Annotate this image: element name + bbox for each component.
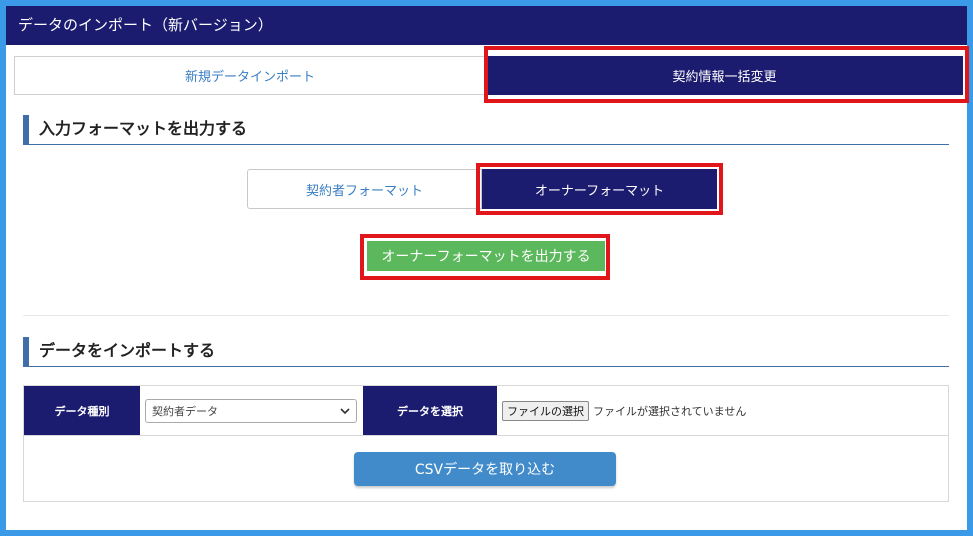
highlight-box-export: [360, 234, 610, 280]
export-section-title: 入力フォーマットを出力する: [23, 115, 949, 145]
main-panel: 新規データインポート 契約情報一括変更 入力フォーマットを出力する 契約者フォー…: [6, 45, 969, 530]
import-csv-label: CSVデータを取り込む: [414, 462, 556, 478]
page-header: データのインポート（新バージョン）: [6, 6, 967, 45]
tab-new-import[interactable]: 新規データインポート: [14, 56, 486, 95]
data-type-label: データ種別: [24, 386, 140, 435]
choose-file-button[interactable]: ファイルの選択: [502, 401, 589, 421]
tab-new-import-label: 新規データインポート: [184, 70, 315, 85]
contractor-format-button[interactable]: 契約者フォーマット: [247, 169, 482, 209]
chevron-down-icon: [340, 408, 350, 415]
import-section-title: データをインポートする: [23, 337, 949, 367]
highlight-box-tab: [484, 46, 969, 103]
import-csv-button[interactable]: CSVデータを取り込む: [354, 452, 616, 486]
section-divider: [23, 315, 949, 316]
data-type-value: 契約者データ: [152, 405, 218, 418]
file-status-text: ファイルが選択されていません: [593, 405, 747, 418]
page-title: データのインポート（新バージョン）: [18, 16, 273, 34]
highlight-box-owner-format: [476, 163, 723, 215]
contractor-format-label: 契約者フォーマット: [305, 183, 423, 199]
data-type-select[interactable]: 契約者データ: [145, 399, 357, 423]
file-input: ファイルの選択 ファイルが選択されていません: [502, 401, 746, 421]
import-form-row: データ種別 契約者データ データを選択 ファイルの選択 ファイルが選択されていま…: [24, 386, 948, 436]
import-form: データ種別 契約者データ データを選択 ファイルの選択 ファイルが選択されていま…: [23, 385, 949, 502]
data-select-label: データを選択: [363, 386, 497, 435]
